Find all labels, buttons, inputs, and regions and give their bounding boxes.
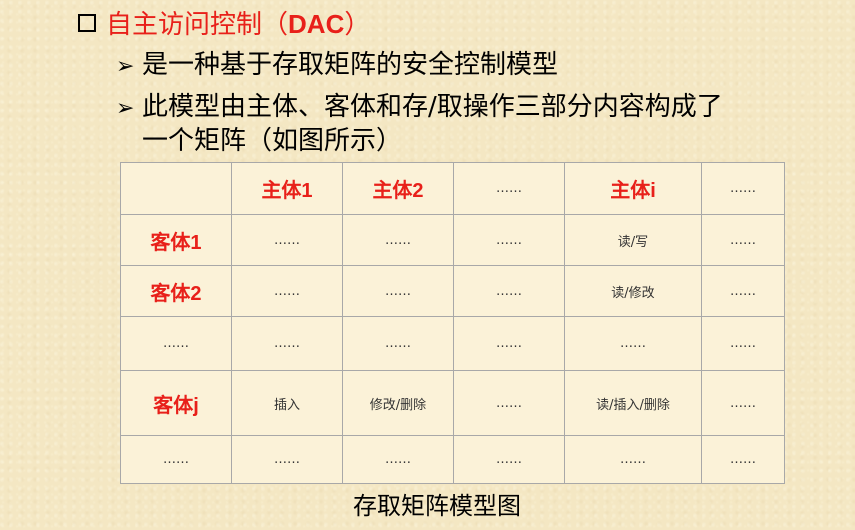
table-header-row: 主体1 主体2 …… 主体i ……	[120, 162, 785, 215]
table-cell: ……	[453, 370, 565, 436]
table-header-cell: 主体i	[564, 162, 702, 215]
heading-prefix: 自主访问控制（	[106, 10, 289, 40]
bullet-text: 是一种基于存取矩阵的安全控制模型	[142, 50, 559, 80]
heading-abbr: DAC	[288, 9, 345, 39]
table-cell	[120, 162, 232, 215]
table-cell: ……	[231, 214, 343, 266]
table-header-cell: 主体1	[231, 162, 343, 215]
table-cell: ……	[701, 370, 785, 436]
row-header-cell: 客体j	[120, 370, 232, 436]
access-matrix-table: 主体1 主体2 …… 主体i …… 客体1 …… …… …… 读/写 …… 客体…	[120, 162, 785, 484]
table-cell: ……	[342, 214, 454, 266]
table-cell: ……	[342, 316, 454, 371]
table-cell: ……	[564, 435, 702, 484]
table-cell: ……	[342, 435, 454, 484]
section-heading: 自主访问控制（DAC）	[78, 4, 370, 41]
table-row: 客体2 …… …… …… 读/修改 ……	[120, 265, 785, 317]
table-cell: ……	[231, 435, 343, 484]
table-cell: ……	[564, 316, 702, 371]
heading-suffix: ）	[344, 10, 371, 40]
table-cell: 读/写	[564, 214, 702, 266]
table-cell: ……	[453, 316, 565, 371]
arrow-bullet-icon: ➢	[116, 54, 135, 79]
checkbox-bullet-icon	[78, 13, 96, 32]
table-cell: ……	[453, 214, 565, 266]
table-cell: ……	[231, 316, 343, 371]
table-header-cell: ……	[453, 162, 565, 215]
table-cell: ……	[701, 214, 785, 266]
row-header-cell: 客体1	[120, 214, 232, 266]
bullet-continuation: 一个矩阵（如图所示）	[142, 126, 403, 156]
table-cell: 修改/删除	[342, 370, 454, 436]
table-cell: ……	[701, 435, 785, 484]
table-header-cell: ……	[701, 162, 785, 215]
table-cell: 读/插入/删除	[564, 370, 702, 436]
figure-caption: 存取矩阵模型图	[353, 492, 521, 520]
table-row: …… …… …… …… …… ……	[120, 435, 785, 484]
table-cell: ……	[453, 265, 565, 317]
row-header-cell: 客体2	[120, 265, 232, 317]
row-header-cell: ……	[120, 435, 232, 484]
table-cell: ……	[231, 265, 343, 317]
table-row: 客体1 …… …… …… 读/写 ……	[120, 214, 785, 266]
table-header-cell: 主体2	[342, 162, 454, 215]
table-cell: ……	[453, 435, 565, 484]
row-header-cell: ……	[120, 316, 232, 371]
table-cell: ……	[342, 265, 454, 317]
table-cell: 插入	[231, 370, 343, 436]
table-cell: ……	[701, 265, 785, 317]
table-cell: ……	[701, 316, 785, 371]
bullet-item: ➢ 是一种基于存取矩阵的安全控制模型	[116, 44, 558, 81]
arrow-bullet-icon: ➢	[116, 96, 135, 121]
bullet-item: ➢ 此模型由主体、客体和存/取操作三部分内容构成了	[116, 86, 723, 123]
table-cell: 读/修改	[564, 265, 702, 317]
table-row: 客体j 插入 修改/删除 …… 读/插入/删除 ……	[120, 370, 785, 436]
bullet-text: 此模型由主体、客体和存/取操作三部分内容构成了	[142, 92, 723, 122]
table-row: …… …… …… …… …… ……	[120, 316, 785, 371]
